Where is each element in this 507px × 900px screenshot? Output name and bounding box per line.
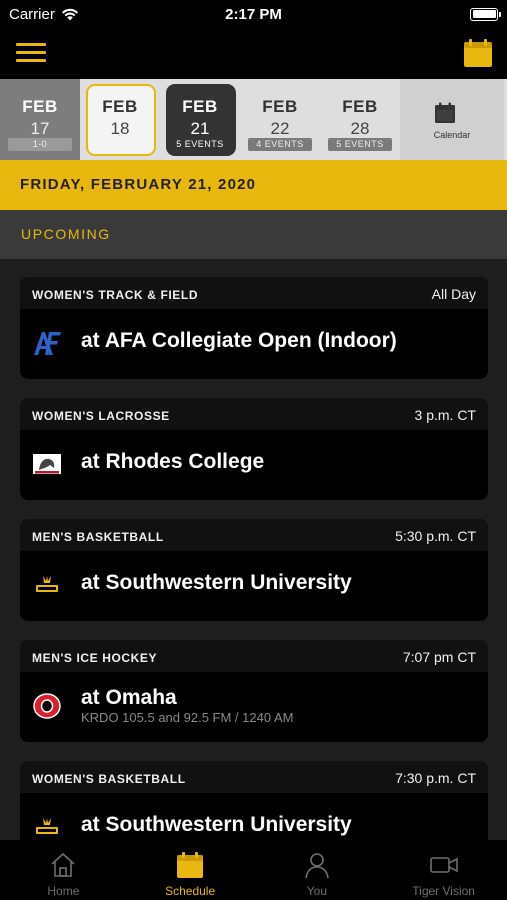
calendar-icon <box>177 852 204 878</box>
selected-date-banner: FRIDAY, FEBRUARY 21, 2020 <box>0 160 507 210</box>
date-month: FEB <box>342 97 378 116</box>
date-cell-feb-22[interactable]: FEB 22 4 EVENTS <box>240 79 320 160</box>
date-month: FEB <box>102 97 138 116</box>
event-time: 7:07 pm CT <box>402 649 476 665</box>
menu-icon[interactable] <box>16 43 46 63</box>
date-cell-feb-21[interactable]: FEB 21 5 EVENTS <box>160 79 240 160</box>
date-cell-feb-28[interactable]: FEB 28 5 EVENTS <box>320 79 400 160</box>
event-count-badge: 4 EVENTS <box>248 138 312 151</box>
date-month: FEB <box>22 97 58 116</box>
date-month: FEB <box>182 97 218 116</box>
video-camera-icon <box>429 857 458 873</box>
opponent-name: at Rhodes College <box>81 450 265 473</box>
opponent-name: at Southwestern University <box>81 813 352 836</box>
event-list: WOMEN'S TRACK & FIELD All Day at AFA Col… <box>0 259 507 840</box>
status-bar: Carrier 2:17 PM <box>0 0 507 28</box>
opponent-name: at Omaha <box>81 686 177 709</box>
date-day: 21 <box>190 119 210 138</box>
date-result-badge: 1-0 <box>8 138 72 151</box>
event-card[interactable]: WOMEN'S LACROSSE 3 p.m. CT at Rhodes Col… <box>20 398 488 500</box>
pirates-logo <box>36 818 58 834</box>
sport-name: MEN'S ICE HOCKEY <box>32 651 158 665</box>
event-time: 7:30 p.m. CT <box>395 770 476 786</box>
tab-bar: Home Schedule You Tiger Vision <box>0 840 507 900</box>
tab-label: Schedule <box>165 884 216 898</box>
date-cell-feb-17[interactable]: FEB 17 1-0 <box>0 79 80 160</box>
carrier-label: Carrier <box>9 5 55 23</box>
event-card[interactable]: WOMEN'S TRACK & FIELD All Day at AFA Col… <box>20 277 488 379</box>
date-cell-feb-18[interactable]: FEB 18 <box>80 79 160 160</box>
nav-bar <box>0 28 507 79</box>
date-day: 17 <box>30 119 50 138</box>
date-day: 22 <box>270 119 290 138</box>
opponent-name: at Southwestern University <box>81 571 352 594</box>
event-time: All Day <box>431 286 476 302</box>
date-day: 18 <box>110 119 130 138</box>
tab-tiger-vision[interactable]: Tiger Vision <box>380 840 507 900</box>
radio-broadcast: KRDO 105.5 and 92.5 FM / 1240 AM <box>81 710 294 725</box>
tab-label: Home <box>47 884 80 898</box>
opponent-name: at AFA Collegiate Open (Indoor) <box>81 329 397 352</box>
event-card[interactable]: WOMEN'S BASKETBALL 7:30 p.m. CT at South… <box>20 761 488 840</box>
event-count-badge: 5 EVENTS <box>176 139 224 149</box>
event-count-badge: 5 EVENTS <box>328 138 392 151</box>
event-card[interactable]: MEN'S BASKETBALL 5:30 p.m. CT at Southwe… <box>20 519 488 621</box>
pirates-logo <box>36 576 58 592</box>
calendar-icon <box>435 102 455 123</box>
wifi-icon <box>61 8 78 20</box>
tab-schedule[interactable]: Schedule <box>127 840 254 900</box>
tab-label: Tiger Vision <box>412 884 475 898</box>
calendar-label: Calendar <box>433 130 471 140</box>
event-card[interactable]: MEN'S ICE HOCKEY 7:07 pm CT at Omaha KRD… <box>20 640 488 742</box>
date-strip: FEB 17 1-0 FEB 18 FEB 21 5 EVENTS FEB 22… <box>0 79 507 160</box>
sport-name: WOMEN'S LACROSSE <box>32 409 170 423</box>
tab-label: You <box>306 884 327 898</box>
calendar-icon[interactable] <box>463 38 493 68</box>
sport-name: MEN'S BASKETBALL <box>32 530 164 544</box>
battery-icon <box>470 7 501 21</box>
omaha-logo <box>33 693 61 719</box>
tab-home[interactable]: Home <box>0 840 127 900</box>
sport-name: WOMEN'S BASKETBALL <box>32 772 186 786</box>
person-icon <box>305 853 329 879</box>
date-day: 28 <box>350 119 370 138</box>
home-icon <box>51 852 75 877</box>
section-header-upcoming: UPCOMING <box>0 210 507 259</box>
calendar-button[interactable]: Calendar <box>400 79 504 160</box>
event-time: 3 p.m. CT <box>414 407 476 423</box>
rhodes-logo <box>33 454 61 474</box>
air-force-logo <box>34 332 61 355</box>
sport-name: WOMEN'S TRACK & FIELD <box>32 288 199 302</box>
tab-you[interactable]: You <box>254 840 381 900</box>
date-month: FEB <box>262 97 298 116</box>
event-time: 5:30 p.m. CT <box>395 528 476 544</box>
